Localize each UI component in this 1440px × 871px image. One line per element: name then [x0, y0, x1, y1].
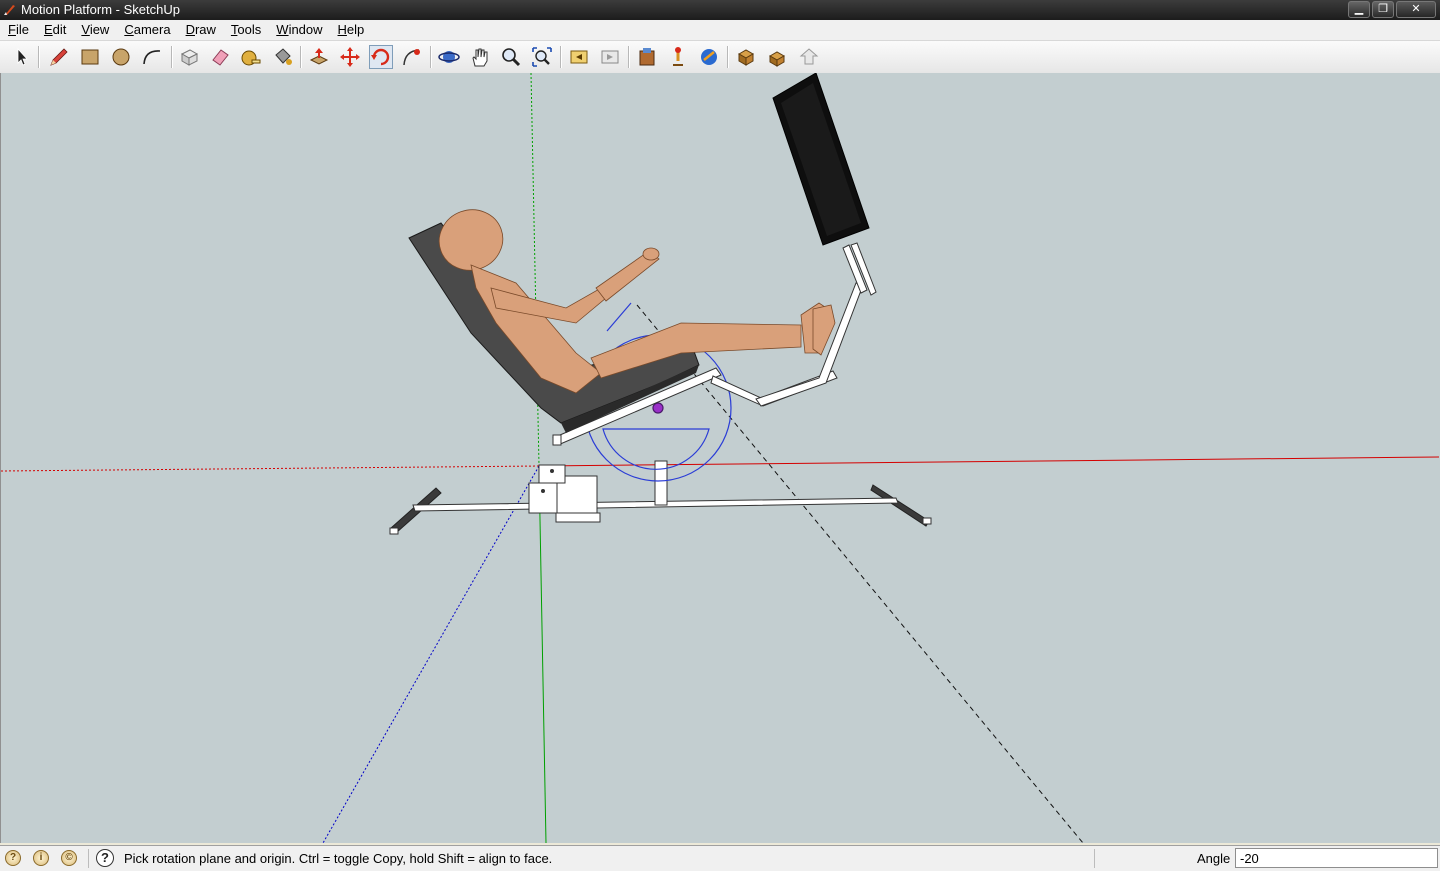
- paint-bucket-icon[interactable]: [270, 45, 294, 69]
- green-axis-negative: [530, 73, 540, 467]
- toolbar-separator: [171, 46, 173, 68]
- red-axis-positive: [540, 456, 1439, 467]
- menu-window[interactable]: Window: [268, 20, 329, 40]
- get-models-icon[interactable]: [734, 45, 758, 69]
- move-icon[interactable]: [338, 45, 362, 69]
- toolbar-separator: [727, 46, 729, 68]
- rotate-icon[interactable]: [369, 45, 393, 69]
- blue-axis-negative: [322, 465, 540, 843]
- help-icon[interactable]: ?: [96, 849, 114, 867]
- close-button[interactable]: ✕: [1396, 1, 1436, 18]
- measurements-input[interactable]: [1235, 848, 1438, 868]
- status-separator: [88, 849, 89, 868]
- menu-file[interactable]: File: [0, 20, 36, 40]
- minimize-button[interactable]: ▁: [1348, 1, 1370, 18]
- toolbar-separator: [38, 46, 40, 68]
- toolbar-separator: [628, 46, 630, 68]
- previous-view-icon[interactable]: [567, 45, 591, 69]
- arc-icon[interactable]: [140, 45, 164, 69]
- circle-icon[interactable]: [109, 45, 133, 69]
- follow-me-icon[interactable]: [400, 45, 424, 69]
- orbit-icon[interactable]: [437, 45, 461, 69]
- window-controls: ▁ ❐ ✕: [1348, 1, 1436, 18]
- rectangle-icon[interactable]: [78, 45, 102, 69]
- tape-measure-icon[interactable]: [239, 45, 263, 69]
- red-axis-negative: [1, 465, 542, 472]
- base-frame: [389, 460, 932, 535]
- 3d-warehouse-icon[interactable]: [635, 45, 659, 69]
- share-component-icon[interactable]: [765, 45, 789, 69]
- title-bar: Motion Platform - SketchUp ▁ ❐ ✕: [0, 0, 1440, 20]
- menu-edit[interactable]: Edit: [36, 20, 73, 40]
- google-earth-icon[interactable]: [697, 45, 721, 69]
- toolbar-separator: [300, 46, 302, 68]
- pencil-icon[interactable]: [47, 45, 71, 69]
- measurements-label: Angle: [1197, 851, 1231, 866]
- zoom-extents-icon[interactable]: [530, 45, 554, 69]
- menu-bar: File Edit View Camera Draw Tools Window …: [0, 20, 1440, 41]
- user-icon[interactable]: ©: [61, 850, 77, 866]
- model-scene: [1, 73, 1439, 843]
- modeling-viewport[interactable]: [0, 73, 1440, 843]
- pan-icon[interactable]: [468, 45, 492, 69]
- rotation-guide-line: [636, 304, 1084, 843]
- window-title: Motion Platform - SketchUp: [21, 2, 180, 17]
- make-component-icon[interactable]: [177, 45, 201, 69]
- menu-camera[interactable]: Camera: [116, 20, 177, 40]
- zoom-icon[interactable]: [499, 45, 523, 69]
- menu-help[interactable]: Help: [330, 20, 372, 40]
- toolbar-separator: [560, 46, 562, 68]
- mannequin-figure: [438, 209, 836, 394]
- select-tool-icon[interactable]: [10, 45, 34, 69]
- sketchup-app-icon: [4, 5, 15, 15]
- eraser-icon[interactable]: [208, 45, 232, 69]
- menu-view[interactable]: View: [73, 20, 116, 40]
- green-axis-positive: [538, 465, 547, 843]
- menu-tools[interactable]: Tools: [223, 20, 268, 40]
- maximize-button[interactable]: ❐: [1372, 1, 1394, 18]
- status-bar: ? i © ? Pick rotation plane and origin. …: [0, 845, 1440, 871]
- upload-icon[interactable]: [797, 45, 821, 69]
- next-view-icon[interactable]: [598, 45, 622, 69]
- main-toolbar: [0, 41, 1440, 74]
- toolbar-separator: [430, 46, 432, 68]
- push-pull-icon[interactable]: [307, 45, 331, 69]
- monitor-screen: [772, 73, 870, 246]
- geo-location-icon[interactable]: ?: [5, 850, 21, 866]
- share-model-icon[interactable]: [666, 45, 690, 69]
- status-separator: [1094, 849, 1095, 868]
- menu-draw[interactable]: Draw: [178, 20, 223, 40]
- status-message: Pick rotation plane and origin. Ctrl = t…: [124, 851, 553, 866]
- credits-icon[interactable]: i: [33, 850, 49, 866]
